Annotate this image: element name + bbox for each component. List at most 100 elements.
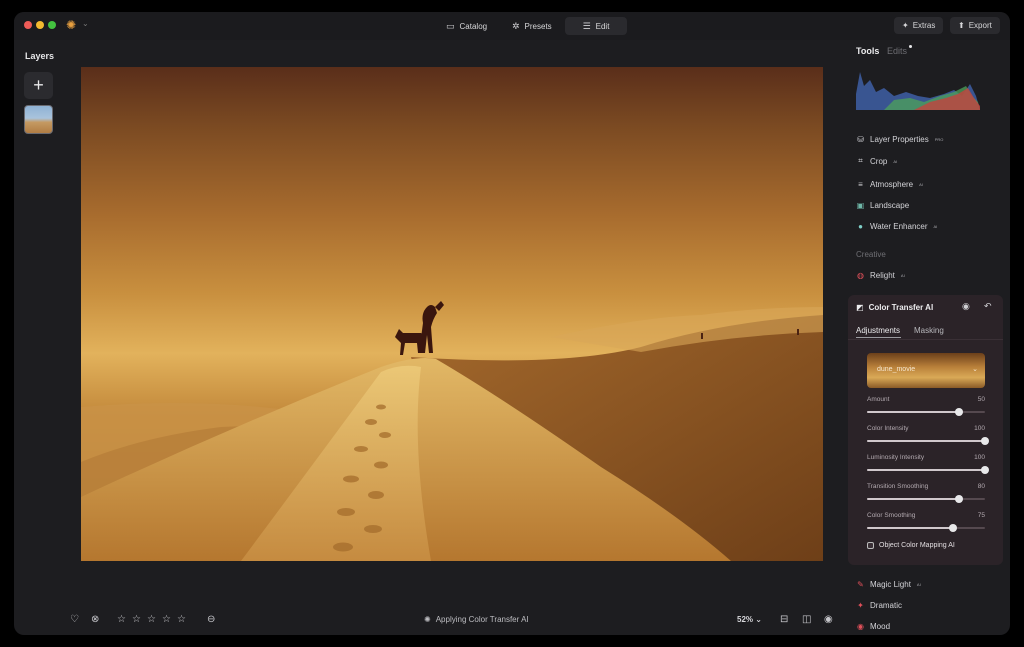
tool-atmosphere[interactable]: ≡ Atmosphere AI bbox=[856, 180, 923, 189]
zoom-window-button[interactable] bbox=[48, 21, 56, 29]
plus-sparkle-icon: ✦ bbox=[902, 21, 909, 30]
clear-rating-icon[interactable]: ⊖ bbox=[207, 614, 215, 625]
zoom-value: 52% bbox=[737, 615, 754, 624]
slider-fill bbox=[867, 469, 985, 471]
compare-icon[interactable]: ⊟ bbox=[780, 614, 788, 625]
chevron-down-icon: ⌄ bbox=[972, 366, 978, 373]
slider-knob[interactable] bbox=[981, 466, 989, 474]
tab-masking[interactable]: Masking bbox=[914, 326, 944, 335]
nav-catalog-label: Catalog bbox=[459, 21, 488, 31]
reference-preset-selector[interactable]: dune_movie ⌄ bbox=[867, 353, 985, 388]
tool-crop[interactable]: ⌗ Crop AI bbox=[856, 156, 897, 166]
eye-icon[interactable]: ◉ bbox=[824, 614, 833, 625]
color-transfer-header[interactable]: ◩ Color Transfer AI bbox=[856, 303, 933, 312]
landscape-icon: ▣ bbox=[856, 201, 865, 210]
object-color-mapping-label: Object Color Mapping AI bbox=[879, 542, 955, 549]
star-icon[interactable]: ☆ bbox=[177, 614, 186, 625]
slider-color-intensity[interactable] bbox=[867, 437, 989, 445]
ai-badge: AI bbox=[919, 182, 923, 187]
tool-label: Layer Properties bbox=[870, 135, 929, 144]
mood-icon: ◉ bbox=[857, 622, 864, 631]
tool-water-enhancer[interactable]: ● Water Enhancer AI bbox=[856, 222, 937, 231]
slider-knob[interactable] bbox=[981, 437, 989, 445]
slider-knob[interactable] bbox=[955, 408, 964, 416]
photo-canvas[interactable] bbox=[81, 67, 823, 561]
tool-mood[interactable]: ◉ Mood bbox=[856, 622, 890, 631]
color-transfer-title: Color Transfer AI bbox=[868, 303, 934, 312]
minimize-window-button[interactable] bbox=[36, 21, 44, 29]
slider-value-color-intensity: 100 bbox=[974, 425, 985, 432]
section-creative: Creative bbox=[856, 250, 886, 259]
extras-button[interactable]: ✦ Extras bbox=[894, 17, 944, 34]
export-button[interactable]: ⬆ Export bbox=[950, 17, 1000, 34]
slider-label-color-smoothing: Color Smoothing bbox=[867, 512, 916, 519]
divider bbox=[848, 339, 1003, 340]
layers-icon: ⛁ bbox=[857, 135, 864, 144]
tool-label: Atmosphere bbox=[870, 180, 914, 189]
star-icon[interactable]: ☆ bbox=[117, 614, 126, 625]
zoom-selector[interactable]: 52% ⌄ bbox=[737, 615, 762, 624]
status-indicator: ✺ Applying Color Transfer AI bbox=[424, 615, 529, 624]
tab-tools[interactable]: Tools bbox=[856, 46, 879, 56]
undo-icon[interactable]: ↶ bbox=[984, 301, 992, 312]
titlebar: ✺ ⌄ ▭ Catalog ✲ Presets ☰ Edit ✦ Extras … bbox=[14, 12, 1010, 40]
tool-label: Mood bbox=[870, 622, 891, 631]
close-window-button[interactable] bbox=[24, 21, 32, 29]
tool-relight[interactable]: ◍ Relight AI bbox=[856, 271, 905, 280]
slider-label-amount: Amount bbox=[867, 396, 890, 403]
histogram bbox=[854, 66, 982, 110]
object-color-mapping-toggle[interactable]: Object Color Mapping AI bbox=[867, 542, 955, 549]
layer-thumbnail[interactable] bbox=[24, 105, 53, 134]
preset-name: dune_movie bbox=[877, 366, 916, 373]
reject-icon[interactable]: ⊗ bbox=[91, 614, 99, 625]
eye-icon[interactable]: ◉ bbox=[962, 301, 970, 312]
split-view-icon[interactable]: ◫ bbox=[802, 614, 811, 625]
checkbox[interactable] bbox=[867, 542, 874, 549]
tool-label: Landscape bbox=[870, 201, 910, 210]
tool-magic-light[interactable]: ✎ Magic Light AI bbox=[856, 580, 921, 589]
chevron-down-icon[interactable]: ⌄ bbox=[82, 19, 89, 28]
extras-label: Extras bbox=[912, 21, 936, 30]
slider-luminosity-intensity[interactable] bbox=[867, 466, 989, 474]
atmosphere-icon: ≡ bbox=[858, 180, 863, 189]
ai-badge: AI bbox=[933, 224, 938, 229]
tool-dramatic[interactable]: ✦ Dramatic bbox=[856, 601, 902, 610]
tool-label: Crop bbox=[870, 156, 888, 166]
slider-transition-smoothing[interactable] bbox=[867, 495, 985, 503]
layers-title: Layers bbox=[25, 51, 55, 61]
app-logo-icon[interactable]: ✺ bbox=[66, 18, 76, 32]
tab-adjustments[interactable]: Adjustments bbox=[856, 326, 900, 335]
tool-layer-properties[interactable]: ⛁ Layer Properties PRO bbox=[856, 135, 943, 144]
slider-label-color-intensity: Color Intensity bbox=[867, 425, 909, 432]
app-window: ✺ ⌄ ▭ Catalog ✲ Presets ☰ Edit ✦ Extras … bbox=[14, 12, 1010, 635]
ai-badge: AI bbox=[893, 158, 898, 164]
star-icon[interactable]: ☆ bbox=[162, 614, 171, 625]
slider-knob[interactable] bbox=[949, 524, 958, 532]
sparkle-icon: ✲ bbox=[512, 20, 520, 31]
slider-fill bbox=[867, 440, 985, 442]
ai-badge: AI bbox=[900, 273, 905, 278]
spinner-icon: ✺ bbox=[424, 615, 431, 624]
chevron-down-icon: ⌄ bbox=[755, 615, 762, 624]
edits-indicator-dot bbox=[909, 45, 912, 48]
tab-edits[interactable]: Edits bbox=[887, 46, 907, 56]
slider-fill bbox=[867, 498, 960, 500]
star-icon[interactable]: ☆ bbox=[147, 614, 156, 625]
slider-fill bbox=[867, 527, 954, 529]
heart-icon[interactable]: ♡ bbox=[70, 614, 79, 625]
folder-icon: ▭ bbox=[446, 20, 455, 31]
desert-photo bbox=[81, 301, 823, 561]
slider-knob[interactable] bbox=[955, 495, 964, 503]
tool-label: Water Enhancer bbox=[870, 222, 928, 231]
nav-presets[interactable]: ✲ Presets bbox=[504, 17, 560, 35]
tool-landscape[interactable]: ▣ Landscape bbox=[856, 201, 909, 210]
status-text: Applying Color Transfer AI bbox=[435, 615, 529, 624]
slider-value-transition-smoothing: 80 bbox=[977, 483, 985, 490]
color-transfer-card: ◩ Color Transfer AI ◉ ↶ Adjustments Mask… bbox=[848, 295, 1003, 565]
nav-edit[interactable]: ☰ Edit bbox=[565, 17, 627, 35]
nav-catalog[interactable]: ▭ Catalog bbox=[438, 17, 495, 35]
slider-color-smoothing[interactable] bbox=[867, 524, 985, 532]
add-layer-button[interactable]: + bbox=[24, 72, 53, 99]
slider-amount[interactable] bbox=[867, 408, 985, 416]
star-icon[interactable]: ☆ bbox=[132, 614, 141, 625]
